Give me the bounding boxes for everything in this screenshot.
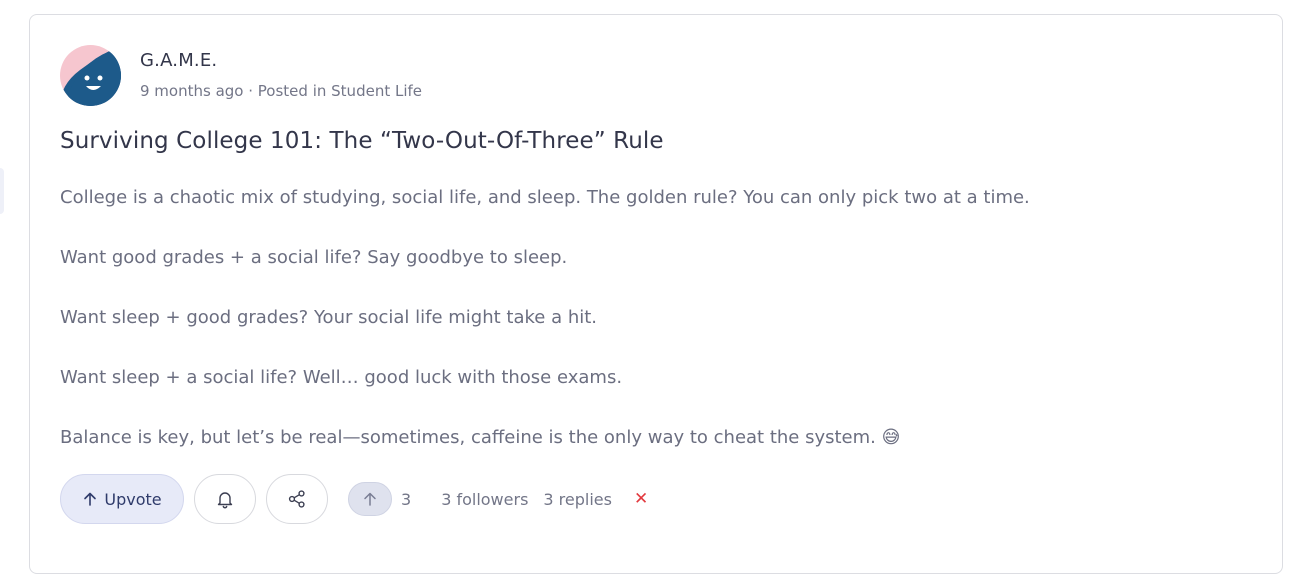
avatar[interactable]	[60, 45, 121, 106]
post-paragraph: Want good grades + a social life? Say go…	[60, 247, 568, 268]
post-card: G.A.M.E. 9 months ago · Posted in Studen…	[29, 14, 1283, 574]
vote-count: 3	[401, 489, 412, 509]
arrow-up-icon	[364, 492, 376, 506]
vote-count-badge[interactable]	[348, 482, 392, 516]
upvote-button[interactable]: Upvote	[60, 474, 184, 524]
author-name[interactable]: G.A.M.E.	[140, 50, 217, 71]
followers-link[interactable]: 3 followers	[441, 490, 528, 509]
post-meta: 9 months ago · Posted in Student Life	[140, 82, 422, 100]
meta-separator: ·	[243, 82, 258, 100]
share-icon	[288, 490, 305, 508]
category-link[interactable]: Student Life	[331, 82, 422, 100]
post-title[interactable]: Surviving College 101: The “Two-Out-Of-T…	[60, 128, 664, 154]
arrow-up-icon	[84, 492, 97, 506]
post-body: College is a chaotic mix of studying, so…	[60, 185, 1250, 485]
upvote-label: Upvote	[104, 489, 162, 509]
replies-link[interactable]: 3 replies	[543, 490, 612, 509]
left-edge-tab	[0, 168, 4, 214]
bell-icon	[217, 492, 233, 509]
posted-in-label: Posted in	[257, 82, 332, 100]
follow-button[interactable]	[194, 474, 256, 524]
post-actions: Upvote 3 3 followers 3 replies ✕	[60, 473, 648, 525]
post-paragraph: College is a chaotic mix of studying, so…	[60, 187, 1030, 208]
avatar-face-icon	[60, 45, 121, 106]
post-paragraph: Want sleep + good grades? Your social li…	[60, 307, 598, 328]
close-icon[interactable]: ✕	[634, 489, 648, 509]
post-time: 9 months ago	[140, 82, 244, 100]
post-paragraph: Want sleep + a social life? Well… good l…	[60, 367, 623, 388]
share-button[interactable]	[266, 474, 328, 524]
